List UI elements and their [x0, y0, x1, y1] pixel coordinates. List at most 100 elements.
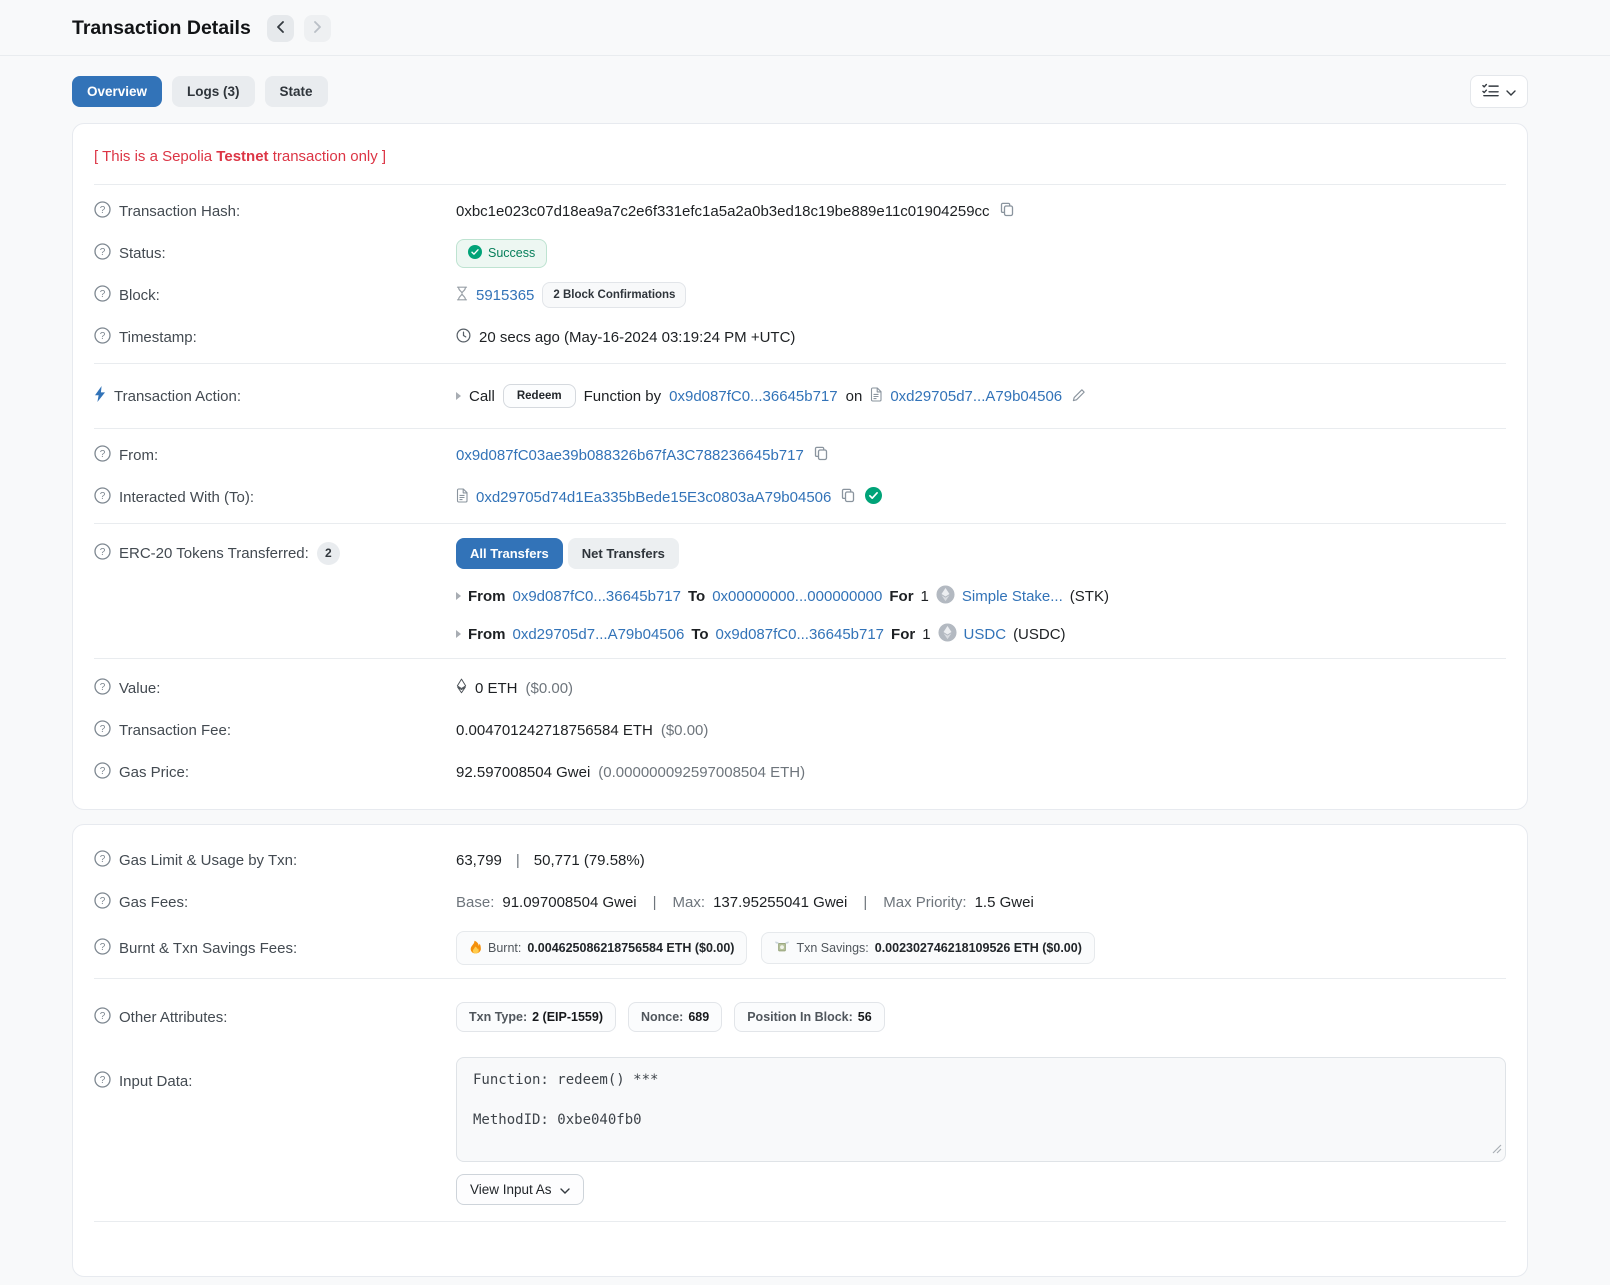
- pipe-separator: |: [653, 894, 657, 911]
- token-icon: [938, 623, 957, 646]
- help-icon[interactable]: ?: [94, 327, 111, 348]
- help-icon[interactable]: ?: [94, 543, 111, 564]
- svg-text:?: ?: [100, 854, 106, 865]
- transaction-action-label: Transaction Action:: [114, 388, 241, 405]
- help-icon[interactable]: ?: [94, 487, 111, 508]
- base-fee-value: 91.097008504 Gwei: [502, 894, 636, 911]
- gas-price-label: Gas Price:: [119, 764, 189, 781]
- position-value: 56: [858, 1010, 872, 1024]
- transfer-from-label: From: [468, 626, 506, 643]
- action-contract-link[interactable]: 0xd29705d7...A79b04506: [890, 388, 1062, 405]
- caret-right-icon: [456, 392, 461, 400]
- svg-text:?: ?: [100, 1075, 106, 1086]
- edit-action-button[interactable]: [1070, 386, 1088, 407]
- help-icon[interactable]: ?: [94, 938, 111, 959]
- tabs-row: Overview Logs (3) State: [72, 75, 1528, 108]
- timestamp-row: ? Timestamp: 20 secs ago (May-16-2024 03…: [94, 316, 1506, 358]
- transfer-for-label: For: [891, 626, 915, 643]
- value-usd: ($0.00): [526, 680, 574, 697]
- copy-hash-button[interactable]: [998, 200, 1016, 222]
- action-call-text: Call: [469, 388, 495, 405]
- help-icon[interactable]: ?: [94, 892, 111, 913]
- transaction-fee-amount: 0.004701242718756584 ETH: [456, 722, 653, 739]
- nonce-badge: Nonce: 689: [628, 1002, 722, 1032]
- help-icon[interactable]: ?: [94, 1071, 111, 1092]
- gas-used-value: 50,771 (79.58%): [534, 852, 645, 869]
- help-icon[interactable]: ?: [94, 762, 111, 783]
- txn-type-label-text: Txn Type:: [469, 1010, 527, 1024]
- help-icon[interactable]: ?: [94, 445, 111, 466]
- block-number-link[interactable]: 5915365: [476, 287, 534, 304]
- txn-type-value: 2 (EIP-1559): [532, 1010, 603, 1024]
- chevron-right-icon: [313, 21, 322, 36]
- input-data-function: Function: redeem() ***: [473, 1072, 1489, 1088]
- display-options-button[interactable]: [1470, 75, 1528, 108]
- help-icon[interactable]: ?: [94, 720, 111, 741]
- svg-text:?: ?: [100, 1011, 106, 1022]
- help-icon[interactable]: ?: [94, 1007, 111, 1028]
- transfer-from-link[interactable]: 0xd29705d7...A79b04506: [513, 626, 685, 643]
- help-icon[interactable]: ?: [94, 201, 111, 222]
- tab-logs[interactable]: Logs (3): [172, 76, 255, 107]
- token-transfer-row: From 0xd29705d7...A79b04506 To 0x9d087fC…: [456, 615, 1506, 653]
- block-confirmations-badge: 2 Block Confirmations: [542, 282, 686, 308]
- view-input-as-button[interactable]: View Input As: [456, 1174, 584, 1205]
- transfer-to-link[interactable]: 0x9d087fC0...36645b717: [716, 626, 884, 643]
- copy-icon: [1000, 202, 1014, 220]
- other-attributes-label: Other Attributes:: [119, 1009, 227, 1026]
- status-badge: Success: [456, 239, 547, 268]
- from-address-link[interactable]: 0x9d087fC03ae39b088326b67fA3C788236645b7…: [456, 447, 804, 464]
- position-label-text: Position In Block:: [747, 1010, 853, 1024]
- copy-from-button[interactable]: [812, 444, 830, 466]
- card-filler: [94, 1222, 1506, 1270]
- chevron-left-icon: [276, 21, 285, 36]
- gas-price-eth: (0.000000092597008504 ETH): [598, 764, 805, 781]
- transaction-fee-usd: ($0.00): [661, 722, 709, 739]
- help-icon[interactable]: ?: [94, 678, 111, 699]
- resize-handle[interactable]: [1492, 1142, 1502, 1158]
- token-transfer-row: From 0x9d087fC0...36645b717 To 0x0000000…: [456, 577, 1506, 615]
- help-icon[interactable]: ?: [94, 285, 111, 306]
- block-row: ? Block: 5915365 2 Block Confirmations: [94, 274, 1506, 316]
- help-icon[interactable]: ?: [94, 243, 111, 264]
- warning-suffix: transaction only ]: [269, 148, 387, 165]
- gas-fees-label: Gas Fees:: [119, 894, 188, 911]
- warning-prefix: [ This is a Sepolia: [94, 148, 216, 165]
- transfer-token-symbol: (USDC): [1013, 626, 1066, 643]
- pipe-separator: |: [516, 852, 520, 869]
- list-check-icon: [1482, 83, 1499, 100]
- input-data-label: Input Data:: [119, 1073, 192, 1090]
- clock-icon: [456, 328, 471, 347]
- prev-transaction-button[interactable]: [267, 15, 294, 42]
- transfer-amount: 1: [921, 588, 929, 605]
- transfer-token-link[interactable]: Simple Stake...: [962, 588, 1063, 605]
- next-transaction-button[interactable]: [304, 15, 331, 42]
- max-priority-value: 1.5 Gwei: [975, 894, 1034, 911]
- gas-limit-value: 63,799: [456, 852, 502, 869]
- svg-text:?: ?: [100, 449, 106, 460]
- gas-fees-row: ? Gas Fees: Base: 91.097008504 Gwei | Ma…: [94, 881, 1506, 923]
- svg-text:?: ?: [100, 491, 106, 502]
- overview-card: [ This is a Sepolia Testnet transaction …: [72, 123, 1528, 810]
- action-from-link[interactable]: 0x9d087fC0...36645b717: [669, 388, 837, 405]
- value-row: ? Value: 0 ETH ($0.00): [94, 667, 1506, 709]
- help-icon[interactable]: ?: [94, 850, 111, 871]
- input-data-box[interactable]: Function: redeem() *** MethodID: 0xbe040…: [456, 1057, 1506, 1162]
- transfer-from-label: From: [468, 588, 506, 605]
- to-address-link[interactable]: 0xd29705d74d1Ea335bBede15E3c0803aA79b045…: [476, 489, 831, 506]
- caret-right-icon: [456, 630, 461, 638]
- net-transfers-button[interactable]: Net Transfers: [568, 538, 679, 569]
- chevron-down-icon: [1506, 84, 1516, 99]
- burnt-badge: Burnt: 0.004625086218756584 ETH ($0.00): [456, 931, 747, 965]
- transfer-to-link[interactable]: 0x00000000...000000000: [712, 588, 882, 605]
- input-data-row: ? Input Data: Function: redeem() *** Met…: [94, 1045, 1506, 1221]
- copy-to-button[interactable]: [839, 486, 857, 508]
- transfer-from-link[interactable]: 0x9d087fC0...36645b717: [513, 588, 681, 605]
- transfer-token-link[interactable]: USDC: [964, 626, 1007, 643]
- tab-state[interactable]: State: [265, 76, 328, 107]
- txn-savings-value: 0.002302746218109526 ETH ($0.00): [875, 941, 1082, 955]
- tab-overview[interactable]: Overview: [72, 76, 162, 107]
- all-transfers-button[interactable]: All Transfers: [456, 538, 563, 569]
- timestamp-value: 20 secs ago (May-16-2024 03:19:24 PM +UT…: [479, 329, 795, 346]
- input-data-methodid: MethodID: 0xbe040fb0: [473, 1112, 1489, 1128]
